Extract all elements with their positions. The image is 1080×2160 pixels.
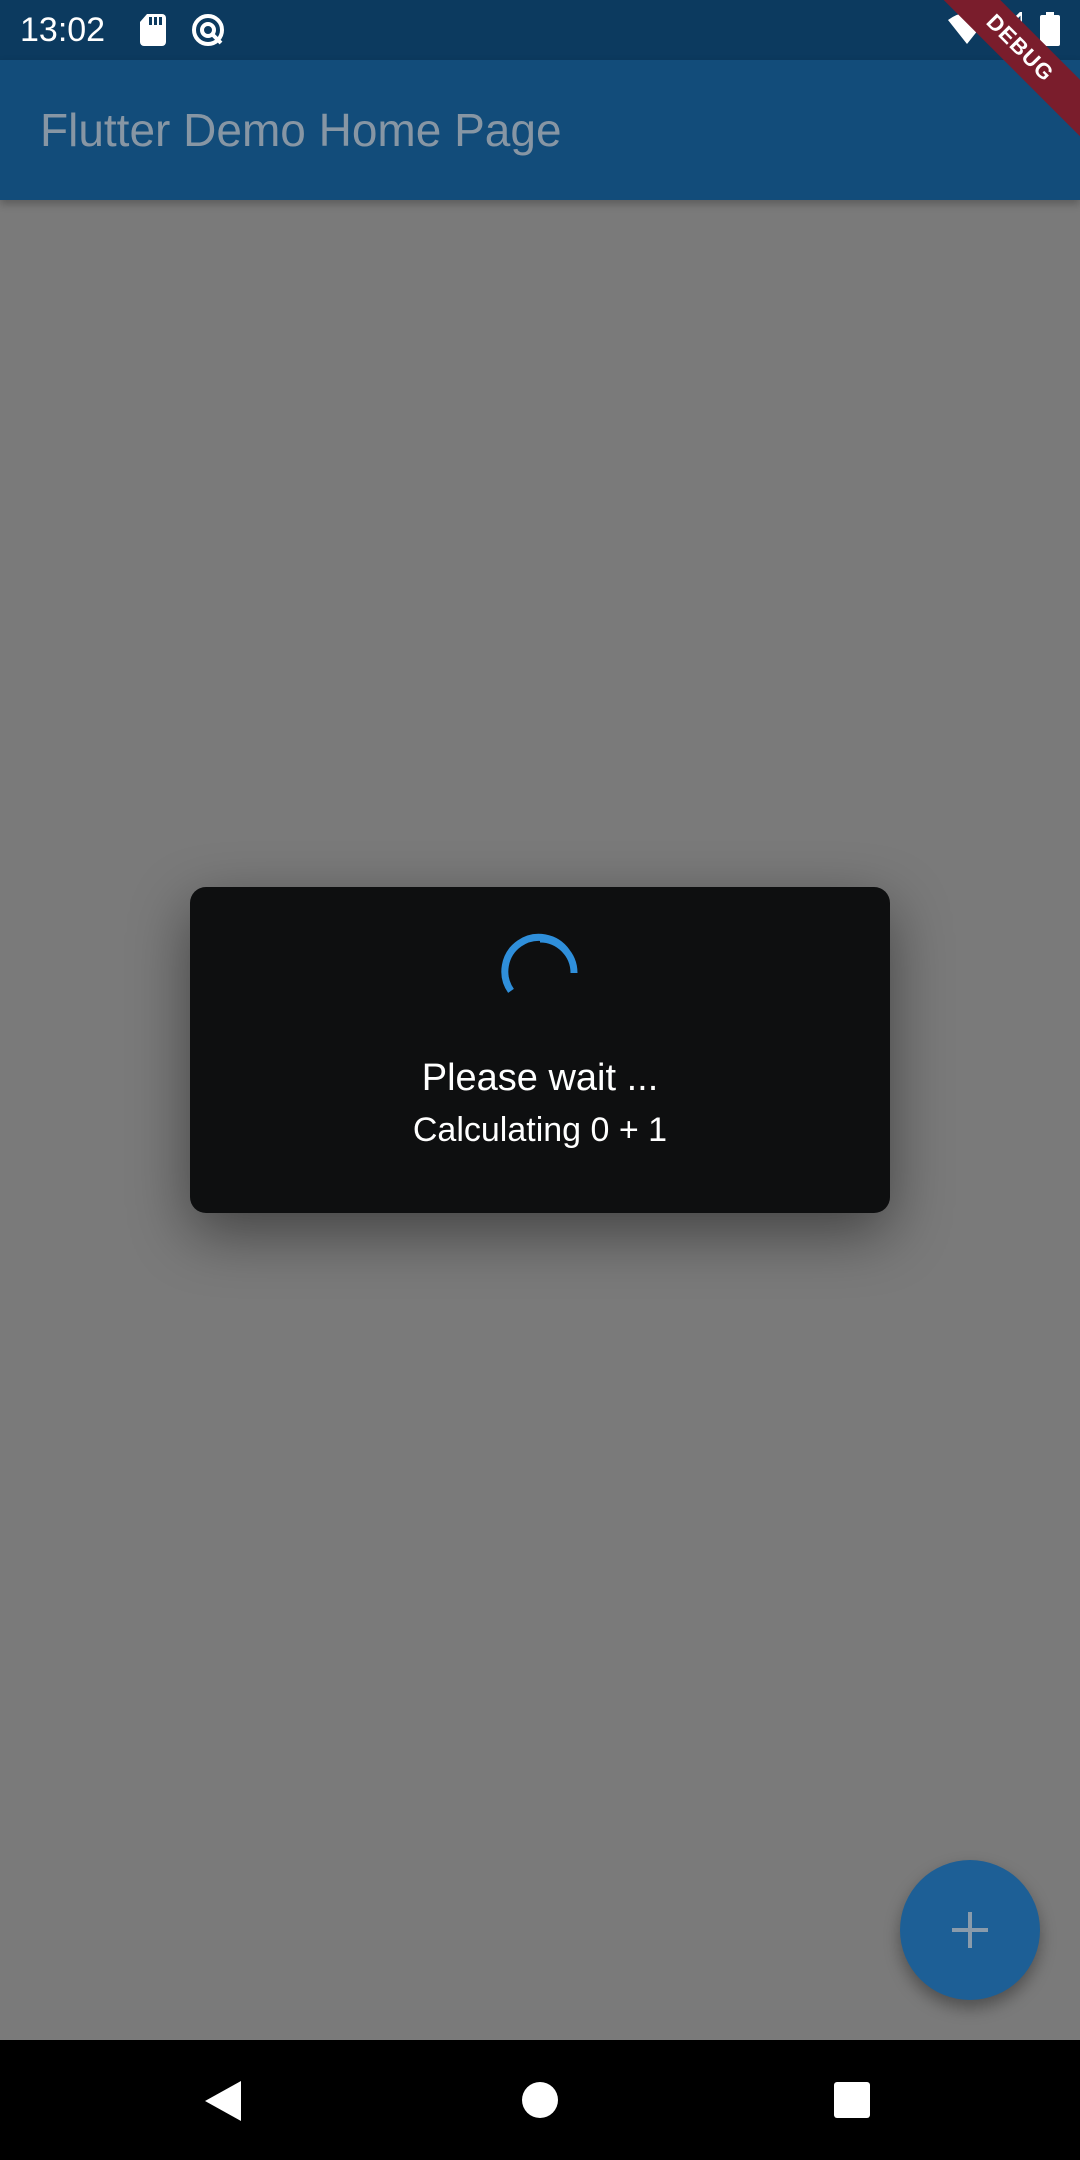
- dialog-title: Please wait ...: [421, 1057, 659, 1099]
- data-saver-icon: [190, 12, 226, 53]
- increment-fab-button[interactable]: [900, 1860, 1040, 2000]
- status-time: 13:02: [20, 11, 106, 49]
- recents-icon[interactable]: [834, 2082, 870, 2118]
- sd-card-icon: [140, 14, 166, 51]
- back-icon[interactable]: [205, 2081, 241, 2121]
- app-title: Flutter Demo Home Page: [40, 104, 562, 156]
- app-screen: 13:02 DEBUG Flutter Demo Home Page Pleas…: [0, 0, 1080, 2160]
- progress-dialog: Please wait ... Calculating 0 + 1: [190, 887, 890, 1213]
- loading-spinner-icon: [501, 933, 578, 993]
- home-icon[interactable]: [522, 2082, 558, 2118]
- dialog-message: Calculating 0 + 1: [412, 1111, 668, 1149]
- navigation-bar: [0, 2040, 1080, 2160]
- app-bar: Flutter Demo Home Page: [0, 60, 1080, 200]
- status-bar: 13:02: [0, 0, 1080, 60]
